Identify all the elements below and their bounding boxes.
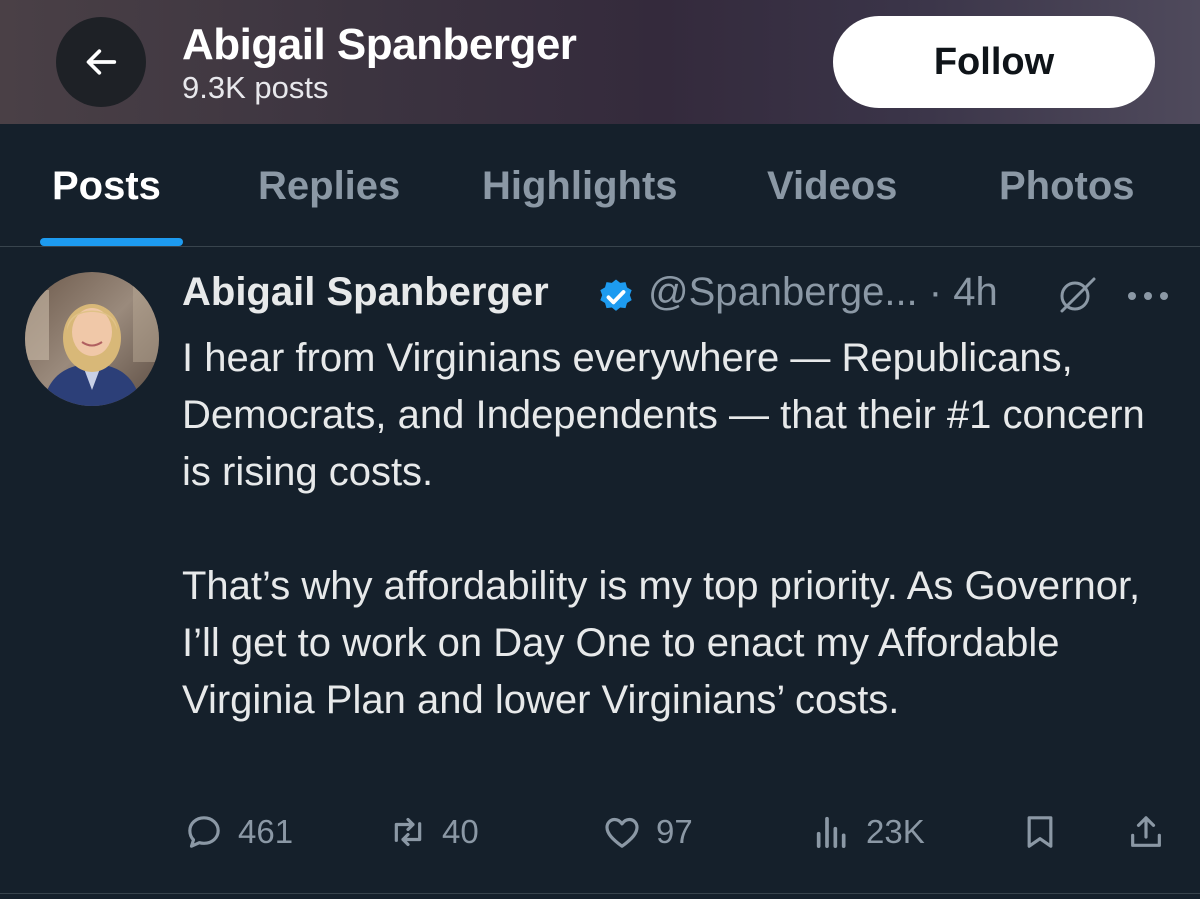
bookmark-button[interactable]: [1020, 808, 1060, 856]
profile-name: Abigail Spanberger: [182, 20, 577, 69]
reply-button[interactable]: 461: [184, 808, 293, 856]
repost-button[interactable]: 40: [388, 808, 479, 856]
tweet-handle[interactable]: @Spanberge...: [648, 270, 918, 314]
more-options-icon[interactable]: [1126, 290, 1170, 302]
tab-photos[interactable]: Photos: [999, 160, 1135, 212]
views-icon: [816, 816, 846, 848]
tweet-author-name[interactable]: Abigail Spanberger: [182, 270, 549, 315]
tab-highlights[interactable]: Highlights: [482, 160, 678, 212]
back-button[interactable]: [56, 17, 146, 107]
follow-button[interactable]: Follow: [833, 16, 1155, 108]
divider: [0, 893, 1200, 894]
tweet-handle-time[interactable]: @Spanberge... · 4h: [648, 270, 998, 315]
bookmark-icon: [1027, 816, 1053, 848]
views-count: 23K: [866, 813, 925, 850]
reply-count: 461: [238, 813, 294, 850]
share-icon: [1131, 816, 1161, 847]
profile-header: Abigail Spanberger 9.3K posts Follow: [0, 0, 1200, 124]
tweet-paragraph: That’s why affordability is my top prior…: [182, 564, 1141, 722]
tab-replies[interactable]: Replies: [258, 160, 400, 212]
profile-tabs: Posts Replies Highlights Videos Photos: [0, 124, 1200, 247]
repost-icon: [394, 817, 422, 847]
reply-icon: [188, 816, 220, 848]
share-button[interactable]: [1126, 808, 1166, 856]
heart-icon: [605, 817, 639, 848]
tweet-paragraph: I hear from Virginians everywhere — Repu…: [182, 336, 1145, 494]
tweet-time[interactable]: · 4h: [929, 270, 998, 314]
tab-posts[interactable]: Posts: [52, 160, 161, 212]
views-button[interactable]: 23K: [812, 808, 925, 856]
verified-badge-icon: [600, 279, 632, 311]
like-button[interactable]: 97: [602, 808, 693, 856]
tab-videos[interactable]: Videos: [767, 160, 897, 212]
posts-count: 9.3K posts: [182, 70, 329, 105]
like-count: 97: [656, 813, 693, 850]
tweet-text: I hear from Virginians everywhere — Repu…: [182, 330, 1182, 729]
avatar[interactable]: [25, 272, 159, 406]
active-tab-indicator: [40, 238, 183, 246]
repost-count: 40: [442, 813, 479, 850]
arrow-left-icon: [86, 49, 117, 75]
grok-icon[interactable]: [1054, 275, 1100, 315]
